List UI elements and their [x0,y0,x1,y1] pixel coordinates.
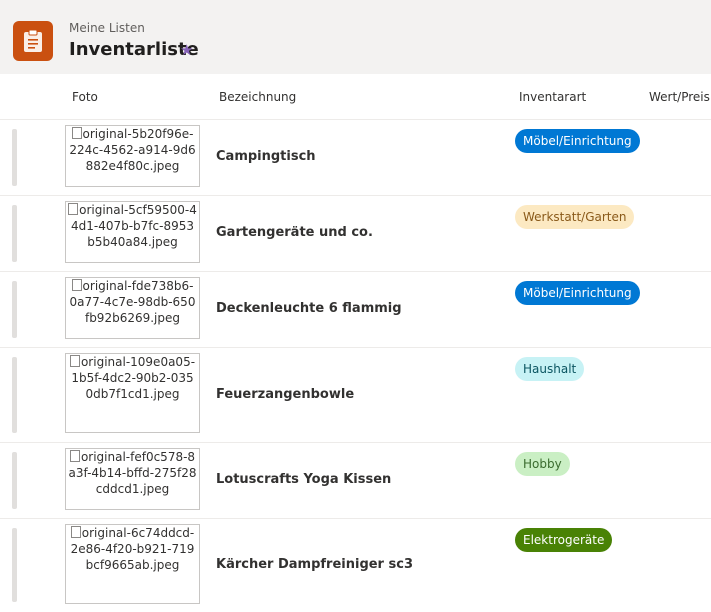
broken-image-icon [71,279,82,291]
inventory-type-badge: Möbel/Einrichtung [515,129,640,153]
column-header-value[interactable]: Wert/Preis [649,90,710,104]
table-row[interactable]: original-6c74ddcd-2e86-4f20-b921-719bcf9… [0,518,711,612]
column-header-name[interactable]: Bezeichnung [219,90,296,104]
item-name[interactable]: Lotuscrafts Yoga Kissen [216,472,391,487]
table-row[interactable]: original-5b20f96e-224c-4562-a914-9d6882e… [0,119,711,196]
inventory-type-badge: Hobby [515,452,570,476]
photo-alt-text: original-fef0c578-8a3f-4b14-bffd-275f28c… [68,450,197,496]
row-selection-bar[interactable] [12,528,17,602]
photo-alt-text: original-5cf59500-44d1-407b-b7fc-8953b5b… [70,203,197,249]
broken-image-icon [69,450,80,462]
table-row[interactable]: original-fde738b6-0a77-4c7e-98db-650fb92… [0,271,711,348]
inventory-type-badge: Möbel/Einrichtung [515,281,640,305]
column-header-photo[interactable]: Foto [72,90,98,104]
photo-thumbnail[interactable]: original-fde738b6-0a77-4c7e-98db-650fb92… [65,277,200,339]
inventory-type-badge: Elektrogeräte [515,528,613,552]
page-header: Meine Listen Inventarliste ★ [0,0,711,74]
item-name[interactable]: Campingtisch [216,149,316,164]
item-name[interactable]: Deckenleuchte 6 flammig [216,301,402,316]
photo-alt-text: original-fde738b6-0a77-4c7e-98db-650fb92… [69,279,196,325]
photo-thumbnail[interactable]: original-fef0c578-8a3f-4b14-bffd-275f28c… [65,448,200,510]
breadcrumb-parent[interactable]: Meine Listen [69,21,145,35]
photo-alt-text: original-6c74ddcd-2e86-4f20-b921-719bcf9… [70,526,195,572]
row-selection-bar[interactable] [12,452,17,509]
inventory-type-badge: Haushalt [515,357,585,381]
clipboard-icon[interactable] [13,21,53,61]
row-selection-bar[interactable] [12,357,17,433]
column-header-type[interactable]: Inventarart [519,90,586,104]
item-name[interactable]: Gartengeräte und co. [216,225,373,240]
photo-alt-text: original-5b20f96e-224c-4562-a914-9d6882e… [69,127,196,173]
table-row[interactable]: original-fef0c578-8a3f-4b14-bffd-275f28c… [0,442,711,519]
broken-image-icon [71,127,82,139]
broken-image-icon [69,355,80,367]
table-row[interactable]: original-5cf59500-44d1-407b-b7fc-8953b5b… [0,195,711,272]
inventory-type-badge: Werkstatt/Garten [515,205,635,229]
item-name[interactable]: Feuerzangenbowle [216,387,354,402]
row-selection-bar[interactable] [12,281,17,338]
photo-thumbnail[interactable]: original-6c74ddcd-2e86-4f20-b921-719bcf9… [65,524,200,604]
broken-image-icon [70,526,81,538]
star-icon[interactable]: ★ [180,41,193,59]
photo-thumbnail[interactable]: original-5cf59500-44d1-407b-b7fc-8953b5b… [65,201,200,263]
table-row[interactable]: original-109e0a05-1b5f-4dc2-90b2-0350db7… [0,347,711,443]
photo-thumbnail[interactable]: original-109e0a05-1b5f-4dc2-90b2-0350db7… [65,353,200,433]
broken-image-icon [68,203,79,215]
row-selection-bar[interactable] [12,129,17,186]
item-name[interactable]: Kärcher Dampfreiniger sc3 [216,557,413,572]
photo-alt-text: original-109e0a05-1b5f-4dc2-90b2-0350db7… [71,355,196,401]
photo-thumbnail[interactable]: original-5b20f96e-224c-4562-a914-9d6882e… [65,125,200,187]
row-selection-bar[interactable] [12,205,17,262]
